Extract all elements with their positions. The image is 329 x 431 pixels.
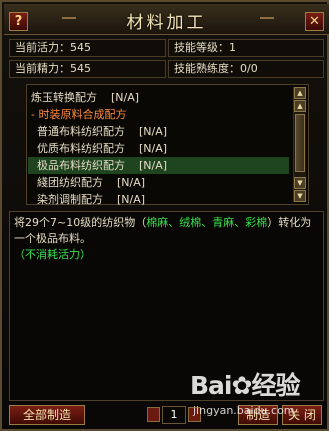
watermark-url: jingyan.baidu.com — [193, 404, 295, 417]
description-text: 将29个7~10级的纺织物（ — [14, 216, 147, 229]
recipe-item[interactable]: 炼玉转换配方 [N/A] — [31, 89, 139, 106]
title-ornament-right — [260, 17, 274, 19]
description-materials: 棉麻、绒棉、青麻、彩棉 — [146, 216, 268, 229]
description-note: （不消耗活力） — [14, 248, 91, 261]
recipe-item[interactable]: 普通布料纺织配方 [N/A] — [37, 123, 167, 140]
watermark-logo: Bai✿经验 — [190, 371, 300, 400]
scroll-up-icon[interactable]: ▲ — [294, 100, 306, 112]
recipe-scrollbar[interactable]: ▲ ▲ ▼ ▼ — [293, 87, 306, 202]
recipe-item[interactable]: 綫团纺织配方 [N/A] — [37, 174, 145, 191]
scroll-down-icon[interactable]: ▼ — [294, 177, 306, 189]
window-title: 材料加工 — [126, 13, 207, 33]
recipe-item-selected[interactable]: 极品布料纺织配方 [N/A] — [28, 157, 289, 174]
recipe-category[interactable]: - 时装原料合成配方 — [31, 106, 126, 123]
make-all-button[interactable]: 全部制造 — [9, 405, 85, 425]
current-vitality: 当前活力：545 — [9, 39, 166, 57]
current-energy: 当前精力：545 — [9, 60, 166, 78]
recipe-item[interactable]: 优质布料纺织配方 [N/A] — [37, 140, 167, 157]
scroll-thumb[interactable] — [295, 114, 305, 172]
title-bar[interactable]: ? 材料加工 ✕ — [4, 4, 329, 35]
close-icon[interactable]: ✕ — [305, 12, 324, 31]
recipe-list: 炼玉转换配方 [N/A] - 时装原料合成配方 普通布料纺织配方 [N/A] 优… — [26, 84, 309, 208]
skill-level: 技能等级：1 — [168, 39, 324, 57]
scroll-top-icon[interactable]: ▲ — [294, 87, 306, 99]
scroll-bottom-icon[interactable]: ▼ — [294, 190, 306, 202]
recipe-item[interactable]: 染剂调制配方 [N/A] — [37, 191, 145, 208]
material-processing-window: ? 材料加工 ✕ 当前活力：545 技能等级：1 当前精力：545 技能熟练度：… — [0, 0, 329, 431]
skill-proficiency: 技能熟练度：0/0 — [168, 60, 324, 78]
quantity-decrease-button[interactable] — [147, 407, 160, 422]
baidu-watermark: Bai✿经验 jingyan.baidu.com — [190, 366, 326, 422]
quantity-field[interactable]: 1 — [162, 406, 186, 424]
